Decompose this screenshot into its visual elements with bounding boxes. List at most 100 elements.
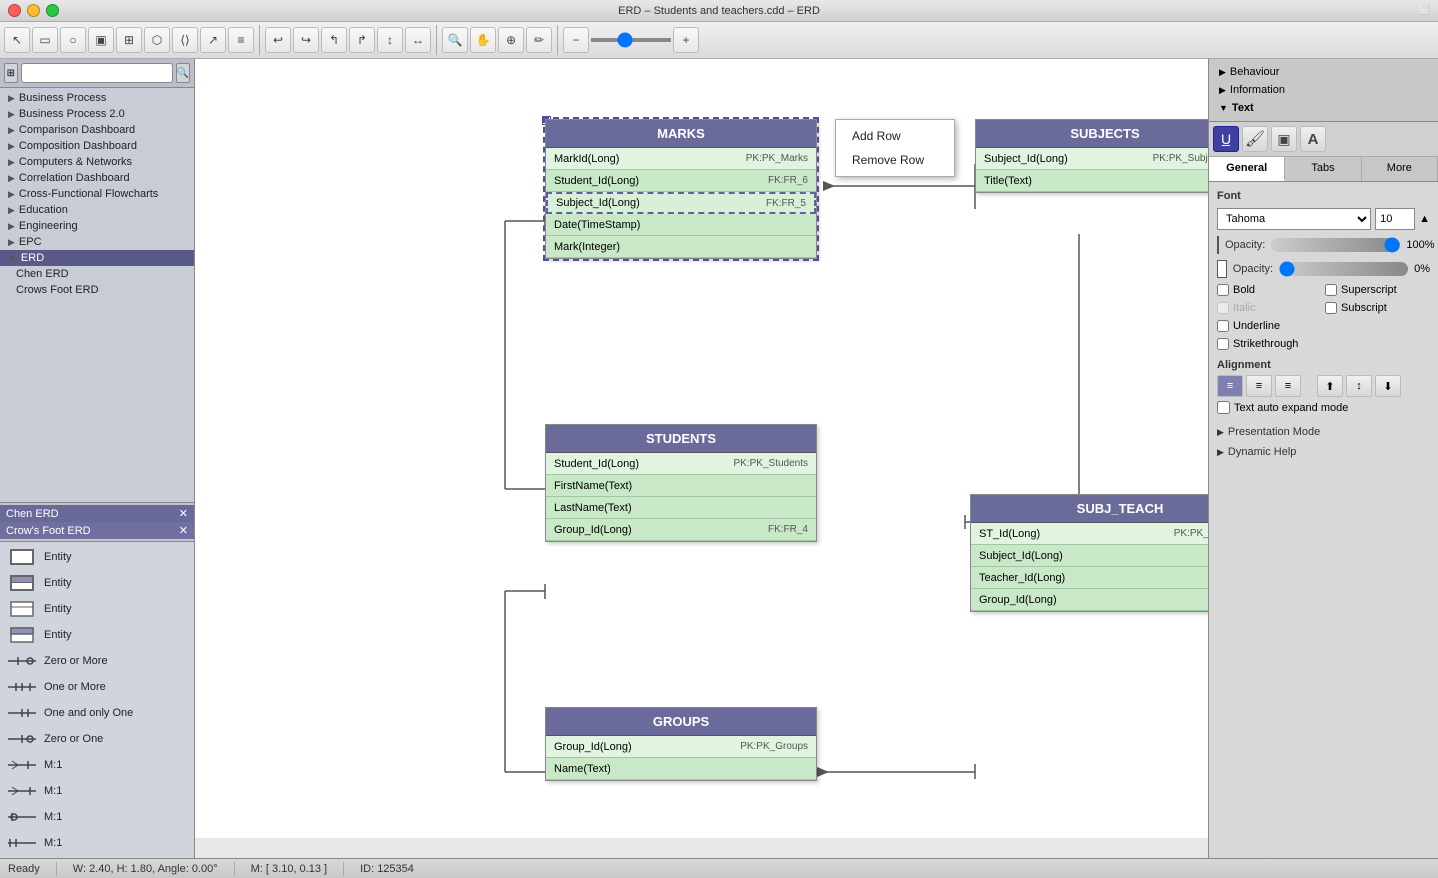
nav-item-erd[interactable]: ▼ ERD [0, 250, 194, 266]
align-vcenter-btn[interactable]: ↕ [1346, 375, 1372, 397]
subj-teach-row-0[interactable]: ST_Id(Long) PK:PK_Subj_Teach [971, 523, 1208, 545]
rp-tab-general[interactable]: General [1209, 157, 1285, 181]
sidebar-search-input[interactable] [21, 63, 173, 83]
nav-item-composition[interactable]: ▶ Composition Dashboard [0, 138, 194, 154]
color-swatch-1[interactable] [1217, 236, 1219, 254]
crows-foot-erd-close[interactable]: ✕ [179, 524, 188, 537]
opacity-slider-2[interactable] [1279, 262, 1408, 276]
nav-item-epc[interactable]: ▶ EPC [0, 234, 194, 250]
marks-row-4[interactable]: Mark(Integer) [546, 236, 816, 258]
superscript-checkbox[interactable] [1325, 284, 1337, 296]
subscript-checkbox[interactable] [1325, 302, 1337, 314]
shape-one-or-more[interactable]: One or More [0, 674, 194, 700]
rp-tab-tabs[interactable]: Tabs [1285, 157, 1361, 181]
align-left-btn[interactable]: ≡ [1217, 375, 1243, 397]
flip-h-btn[interactable]: ↔ [405, 27, 431, 53]
shape-m1-3[interactable]: M:1 [0, 804, 194, 830]
rp-tool-box[interactable]: ▣ [1271, 126, 1297, 152]
text-expand-checkbox[interactable] [1217, 401, 1230, 414]
subjects-table[interactable]: SUBJECTS Subject_Id(Long) PK:PK_Subjects… [975, 119, 1208, 193]
nav-item-business-process[interactable]: ▶ Business Process [0, 90, 194, 106]
subj-teach-row-3[interactable]: Group_Id(Long) FK:FR_1 [971, 589, 1208, 611]
students-row-2[interactable]: LastName(Text) [546, 497, 816, 519]
canvas-area[interactable]: MARKS MarkId(Long) PK:PK_Marks Student_I… [195, 59, 1208, 858]
chen-erd-tab[interactable]: Chen ERD ✕ [0, 505, 194, 522]
rp-section-text[interactable]: ▼ Text [1213, 99, 1434, 117]
rect-tool-btn[interactable]: ▭ [32, 27, 58, 53]
crows-foot-erd-tab[interactable]: Crow's Foot ERD ✕ [0, 522, 194, 539]
nav-item-computers[interactable]: ▶ Computers & Networks [0, 154, 194, 170]
ellipse-tool-btn[interactable]: ○ [60, 27, 86, 53]
shape-m1-1[interactable]: M:1 [0, 752, 194, 778]
rp-link-presentation[interactable]: ▶ Presentation Mode [1217, 422, 1430, 442]
pen-btn[interactable]: ✏ [526, 27, 552, 53]
shape-m1-2[interactable]: M:1 [0, 778, 194, 804]
students-table[interactable]: STUDENTS Student_Id(Long) PK:PK_Students… [545, 424, 817, 542]
shape-one-and-only-one[interactable]: One and only One [0, 700, 194, 726]
table-tool-btn[interactable]: ▣ [88, 27, 114, 53]
redo-btn[interactable]: ↪ [293, 27, 319, 53]
minimize-btn[interactable] [27, 4, 40, 17]
select-tool-btn[interactable]: ↖ [4, 27, 30, 53]
rp-link-dynamic-help[interactable]: ▶ Dynamic Help [1217, 442, 1430, 462]
underline-checkbox[interactable] [1217, 320, 1229, 332]
groups-row-0[interactable]: Group_Id(Long) PK:PK_Groups [546, 736, 816, 758]
align-right-btn[interactable]: ≡ [1275, 375, 1301, 397]
canvas[interactable]: MARKS MarkId(Long) PK:PK_Marks Student_I… [195, 59, 1208, 838]
font-family-select[interactable]: Tahoma [1217, 208, 1371, 230]
shape-entity-plain[interactable]: Entity [0, 544, 194, 570]
rp-tab-more[interactable]: More [1362, 157, 1438, 181]
subjects-row-0[interactable]: Subject_Id(Long) PK:PK_Subjects [976, 148, 1208, 170]
hex-tool-btn[interactable]: ⬡ [144, 27, 170, 53]
nav-item-engineering[interactable]: ▶ Engineering [0, 218, 194, 234]
opacity-slider-1[interactable] [1271, 238, 1400, 252]
maximize-btn[interactable] [46, 4, 59, 17]
subj-teach-row-1[interactable]: Subject_Id(Long) FK:FR_3 [971, 545, 1208, 567]
subj-teach-table[interactable]: SUBJ_TEACH ST_Id(Long) PK:PK_Subj_Teach … [970, 494, 1208, 612]
shape-entity-split3[interactable]: Entity [0, 622, 194, 648]
nav-item-crossfunctional[interactable]: ▶ Cross-Functional Flowcharts [0, 186, 194, 202]
bracket-tool-btn[interactable]: ⟨⟩ [172, 27, 198, 53]
shape-entity-split[interactable]: Entity [0, 570, 194, 596]
align-center-btn[interactable]: ≡ [1246, 375, 1272, 397]
marks-row-1[interactable]: Student_Id(Long) FK:FR_6 [546, 170, 816, 192]
zoom-in-btn[interactable]: + [673, 27, 699, 53]
shape-zero-or-more[interactable]: Zero or More [0, 648, 194, 674]
font-size-up[interactable]: ▲ [1419, 213, 1430, 225]
forward-btn[interactable]: ↱ [349, 27, 375, 53]
shape-entity-split2[interactable]: Entity [0, 596, 194, 622]
shape-zero-or-one[interactable]: Zero or One [0, 726, 194, 752]
collapse-btn[interactable]: ⬜ [1418, 5, 1430, 16]
italic-checkbox[interactable] [1217, 302, 1229, 314]
arrow-tool-btn[interactable]: ↗ [200, 27, 226, 53]
ctx-remove-row[interactable]: Remove Row [836, 148, 954, 172]
subjects-row-1[interactable]: Title(Text) [976, 170, 1208, 192]
students-row-3[interactable]: Group_Id(Long) FK:FR_4 [546, 519, 816, 541]
bold-checkbox[interactable] [1217, 284, 1229, 296]
nav-item-correlation[interactable]: ▶ Correlation Dashboard [0, 170, 194, 186]
rp-tool-text[interactable]: A [1300, 126, 1326, 152]
font-size-input[interactable] [1375, 208, 1415, 230]
rp-tool-highlight[interactable]: 🖌 [1242, 126, 1268, 152]
groups-row-1[interactable]: Name(Text) [546, 758, 816, 780]
marks-row-0[interactable]: MarkId(Long) PK:PK_Marks [546, 148, 816, 170]
nav-item-business-process-2[interactable]: ▶ Business Process 2.0 [0, 106, 194, 122]
ctx-add-row[interactable]: Add Row [836, 124, 954, 148]
students-row-0[interactable]: Student_Id(Long) PK:PK_Students [546, 453, 816, 475]
rp-section-behaviour[interactable]: ▶ Behaviour [1213, 63, 1434, 81]
nav-item-education[interactable]: ▶ Education [0, 202, 194, 218]
pan-btn[interactable]: ✋ [470, 27, 496, 53]
search-btn[interactable]: 🔍 [442, 27, 468, 53]
sidebar-search-btn[interactable]: 🔍 [176, 63, 190, 83]
shape-m1-4[interactable]: M:1 [0, 830, 194, 856]
close-btn[interactable] [8, 4, 21, 17]
align-bottom-btn[interactable]: ⬇ [1375, 375, 1401, 397]
list-tool-btn[interactable]: ≡ [228, 27, 254, 53]
undo-btn[interactable]: ↩ [265, 27, 291, 53]
rp-tool-underline[interactable]: U̲ [1213, 126, 1239, 152]
flip-v-btn[interactable]: ↕ [377, 27, 403, 53]
rp-section-information[interactable]: ▶ Information [1213, 81, 1434, 99]
zoom-out-btn[interactable]: − [563, 27, 589, 53]
color-swatch-2[interactable] [1217, 260, 1227, 278]
marks-row-3[interactable]: Date(TimeStamp) [546, 214, 816, 236]
